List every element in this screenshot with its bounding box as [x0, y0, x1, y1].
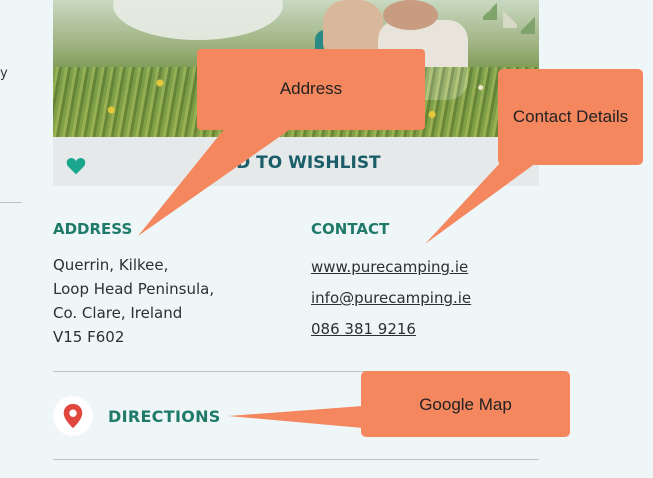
directions-link[interactable]: DIRECTIONS: [108, 407, 221, 426]
website-link[interactable]: www.purecamping.ie: [311, 258, 468, 276]
map-pin-icon[interactable]: [62, 403, 84, 429]
map-callout-pointer: [228, 406, 363, 428]
campsite-photo: [53, 0, 539, 137]
left-column-fragment: y: [0, 66, 8, 81]
address-line: Querrin, Kilkee,: [53, 256, 169, 274]
address-callout-label: Address: [279, 79, 343, 98]
map-callout-label: Google Map: [419, 395, 512, 414]
section-divider: [53, 459, 539, 460]
left-divider: [0, 202, 22, 203]
address-line: V15 F602: [53, 328, 125, 346]
bunting: [483, 0, 539, 45]
wishlist-label[interactable]: DD TO WISHLIST: [222, 153, 381, 173]
phone-link[interactable]: 086 381 9216: [311, 320, 416, 338]
email-link[interactable]: info@purecamping.ie: [311, 289, 471, 307]
contact-heading: CONTACT: [311, 220, 390, 238]
address-line: Loop Head Peninsula,: [53, 280, 215, 298]
contact-callout-label: Contact Details: [512, 107, 629, 126]
heart-icon[interactable]: [66, 156, 86, 176]
address-heading: ADDRESS: [53, 220, 133, 238]
address-line: Co. Clare, Ireland: [53, 304, 183, 322]
bell-tent: [113, 0, 283, 40]
section-divider: [53, 371, 539, 372]
